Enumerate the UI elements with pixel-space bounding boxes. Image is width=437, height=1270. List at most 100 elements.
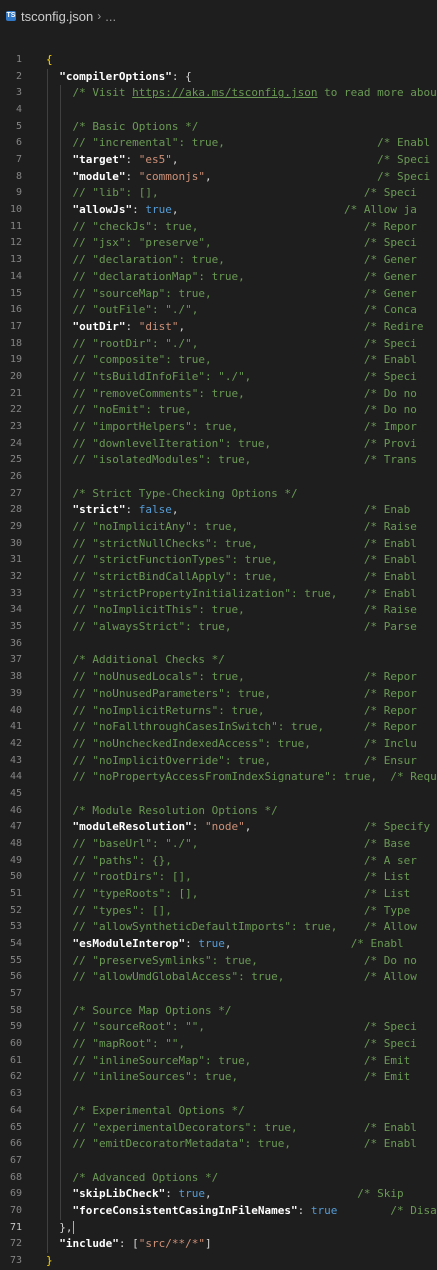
code-line[interactable]: 44 // "noPropertyAccessFromIndexSignatur… <box>0 769 437 786</box>
code-line[interactable]: 8 "module": "commonjs", /* Speci <box>0 169 437 186</box>
code-line[interactable]: 9 // "lib": [], /* Speci <box>0 185 437 202</box>
code-line[interactable]: 43 // "noImplicitOverride": true, /* Ens… <box>0 753 437 770</box>
code-line[interactable]: 12 // "jsx": "preserve", /* Speci <box>0 235 437 252</box>
line-number: 60 <box>0 1036 22 1053</box>
code-line[interactable]: 42 // "noUncheckedIndexedAccess": true, … <box>0 736 437 753</box>
code-line[interactable]: 51 // "typeRoots": [], /* List <box>0 886 437 903</box>
code-line[interactable]: 40 // "noImplicitReturns": true, /* Repo… <box>0 703 437 720</box>
breadcrumb-more[interactable]: ... <box>105 9 116 24</box>
code-line[interactable]: 7 "target": "es5", /* Speci <box>0 152 437 169</box>
code-line[interactable]: 16 // "outFile": "./", /* Conca <box>0 302 437 319</box>
code-line[interactable]: 46 /* Module Resolution Options */ <box>0 803 437 820</box>
code-line[interactable]: 22 // "noEmit": true, /* Do no <box>0 402 437 419</box>
line-code: /* Visit https://aka.ms/tsconfig.json to… <box>46 85 437 102</box>
line-number: 70 <box>0 1203 22 1220</box>
code-line[interactable]: 55 // "preserveSymlinks": true, /* Do no <box>0 953 437 970</box>
line-number: 15 <box>0 286 22 303</box>
code-line[interactable]: 17 "outDir": "dist", /* Redire <box>0 319 437 336</box>
code-token <box>46 904 73 917</box>
code-line[interactable]: 15 // "sourceMap": true, /* Gener <box>0 286 437 303</box>
code-line[interactable]: 38 // "noUnusedLocals": true, /* Repor <box>0 669 437 686</box>
code-token <box>46 186 73 199</box>
code-line[interactable]: 27 /* Strict Type-Checking Options */ <box>0 486 437 503</box>
code-line[interactable]: 59 // "sourceRoot": "", /* Speci <box>0 1019 437 1036</box>
code-line[interactable]: 37 /* Additional Checks */ <box>0 652 437 669</box>
code-line[interactable]: 23 // "importHelpers": true, /* Impor <box>0 419 437 436</box>
code-line[interactable]: 56 // "allowUmdGlobalAccess": true, /* A… <box>0 969 437 986</box>
line-code: // "allowSyntheticDefaultImports": true,… <box>46 919 417 936</box>
code-line[interactable]: 69 "skipLibCheck": true, /* Skip <box>0 1186 437 1203</box>
code-line[interactable]: 34 // "noImplicitThis": true, /* Raise <box>0 602 437 619</box>
code-line[interactable]: 60 // "mapRoot": "", /* Speci <box>0 1036 437 1053</box>
code-line[interactable]: 32 // "strictBindCallApply": true, /* En… <box>0 569 437 586</box>
code-line[interactable]: 53 // "allowSyntheticDefaultImports": tr… <box>0 919 437 936</box>
code-line[interactable]: 19 // "composite": true, /* Enabl <box>0 352 437 369</box>
code-token: // "jsx": "preserve", /* Speci <box>73 236 417 249</box>
code-line[interactable]: 4 <box>0 102 437 119</box>
code-line[interactable]: 33 // "strictPropertyInitialization": tr… <box>0 586 437 603</box>
code-line[interactable]: 64 /* Experimental Options */ <box>0 1103 437 1120</box>
code-line[interactable]: 54 "esModuleInterop": true, /* Enabl <box>0 936 437 953</box>
code-line[interactable]: 52 // "types": [], /* Type <box>0 903 437 920</box>
code-line[interactable]: 65 // "experimentalDecorators": true, /*… <box>0 1120 437 1137</box>
code-token: "strict" <box>73 503 126 516</box>
code-line[interactable]: 41 // "noFallthroughCasesInSwitch": true… <box>0 719 437 736</box>
line-code: // "composite": true, /* Enabl <box>46 352 417 369</box>
line-code: } <box>46 1253 53 1270</box>
code-line[interactable]: 49 // "paths": {}, /* A ser <box>0 853 437 870</box>
code-line[interactable]: 2 "compilerOptions": { <box>0 69 437 86</box>
line-number: 16 <box>0 302 22 319</box>
code-line[interactable]: 13 // "declaration": true, /* Gener <box>0 252 437 269</box>
code-line[interactable]: 73} <box>0 1253 437 1270</box>
code-token <box>46 153 73 166</box>
code-line[interactable]: 28 "strict": false, /* Enab <box>0 502 437 519</box>
code-line[interactable]: 1{ <box>0 52 437 69</box>
code-line[interactable]: 6 // "incremental": true, /* Enabl <box>0 135 437 152</box>
code-line[interactable]: 68 /* Advanced Options */ <box>0 1170 437 1187</box>
code-line[interactable]: 67 <box>0 1153 437 1170</box>
code-line[interactable]: 14 // "declarationMap": true, /* Gener <box>0 269 437 286</box>
code-line[interactable]: 5 /* Basic Options */ <box>0 119 437 136</box>
code-token: : <box>165 1187 178 1200</box>
code-line[interactable]: 50 // "rootDirs": [], /* List <box>0 869 437 886</box>
code-line[interactable]: 71 }, <box>0 1220 437 1237</box>
line-number: 51 <box>0 886 22 903</box>
code-line[interactable]: 57 <box>0 986 437 1003</box>
breadcrumb-file[interactable]: tsconfig.json <box>21 9 93 24</box>
code-line[interactable]: 61 // "inlineSourceMap": true, /* Emit <box>0 1053 437 1070</box>
code-line[interactable]: 29 // "noImplicitAny": true, /* Raise <box>0 519 437 536</box>
code-line[interactable]: 21 // "removeComments": true, /* Do no <box>0 386 437 403</box>
code-token <box>46 170 73 183</box>
code-line[interactable]: 25 // "isolatedModules": true, /* Trans <box>0 452 437 469</box>
code-line[interactable]: 10 "allowJs": true, /* Allow ja <box>0 202 437 219</box>
code-line[interactable]: 31 // "strictFunctionTypes": true, /* En… <box>0 552 437 569</box>
code-line[interactable]: 39 // "noUnusedParameters": true, /* Rep… <box>0 686 437 703</box>
line-code: // "incremental": true, /* Enabl <box>46 135 430 152</box>
code-line[interactable]: 62 // "inlineSources": true, /* Emit <box>0 1069 437 1086</box>
code-line[interactable]: 58 /* Source Map Options */ <box>0 1003 437 1020</box>
code-line[interactable]: 3 /* Visit https://aka.ms/tsconfig.json … <box>0 85 437 102</box>
code-token <box>46 887 73 900</box>
code-line[interactable]: 72 "include": ["src/**/*"] <box>0 1236 437 1253</box>
code-line[interactable]: 18 // "rootDir": "./", /* Speci <box>0 336 437 353</box>
code-token: // "strictPropertyInitialization": true,… <box>73 587 417 600</box>
code-token: , <box>205 1187 357 1200</box>
code-token <box>46 1237 59 1250</box>
code-token: , <box>178 320 363 333</box>
code-line[interactable]: 48 // "baseUrl": "./", /* Base <box>0 836 437 853</box>
code-line[interactable]: 47 "moduleResolution": "node", /* Specif… <box>0 819 437 836</box>
code-line[interactable]: 35 // "alwaysStrict": true, /* Parse <box>0 619 437 636</box>
code-line[interactable]: 36 <box>0 636 437 653</box>
line-number: 32 <box>0 569 22 586</box>
line-number: 68 <box>0 1170 22 1187</box>
code-line[interactable]: 70 "forceConsistentCasingInFileNames": t… <box>0 1203 437 1220</box>
code-line[interactable]: 20 // "tsBuildInfoFile": "./", /* Speci <box>0 369 437 386</box>
code-editor[interactable]: 1{2 "compilerOptions": {3 /* Visit https… <box>0 52 437 1262</box>
code-line[interactable]: 24 // "downlevelIteration": true, /* Pro… <box>0 436 437 453</box>
code-line[interactable]: 11 // "checkJs": true, /* Repor <box>0 219 437 236</box>
code-line[interactable]: 63 <box>0 1086 437 1103</box>
code-line[interactable]: 30 // "strictNullChecks": true, /* Enabl <box>0 536 437 553</box>
code-line[interactable]: 26 <box>0 469 437 486</box>
code-line[interactable]: 45 <box>0 786 437 803</box>
code-line[interactable]: 66 // "emitDecoratorMetadata": true, /* … <box>0 1136 437 1153</box>
